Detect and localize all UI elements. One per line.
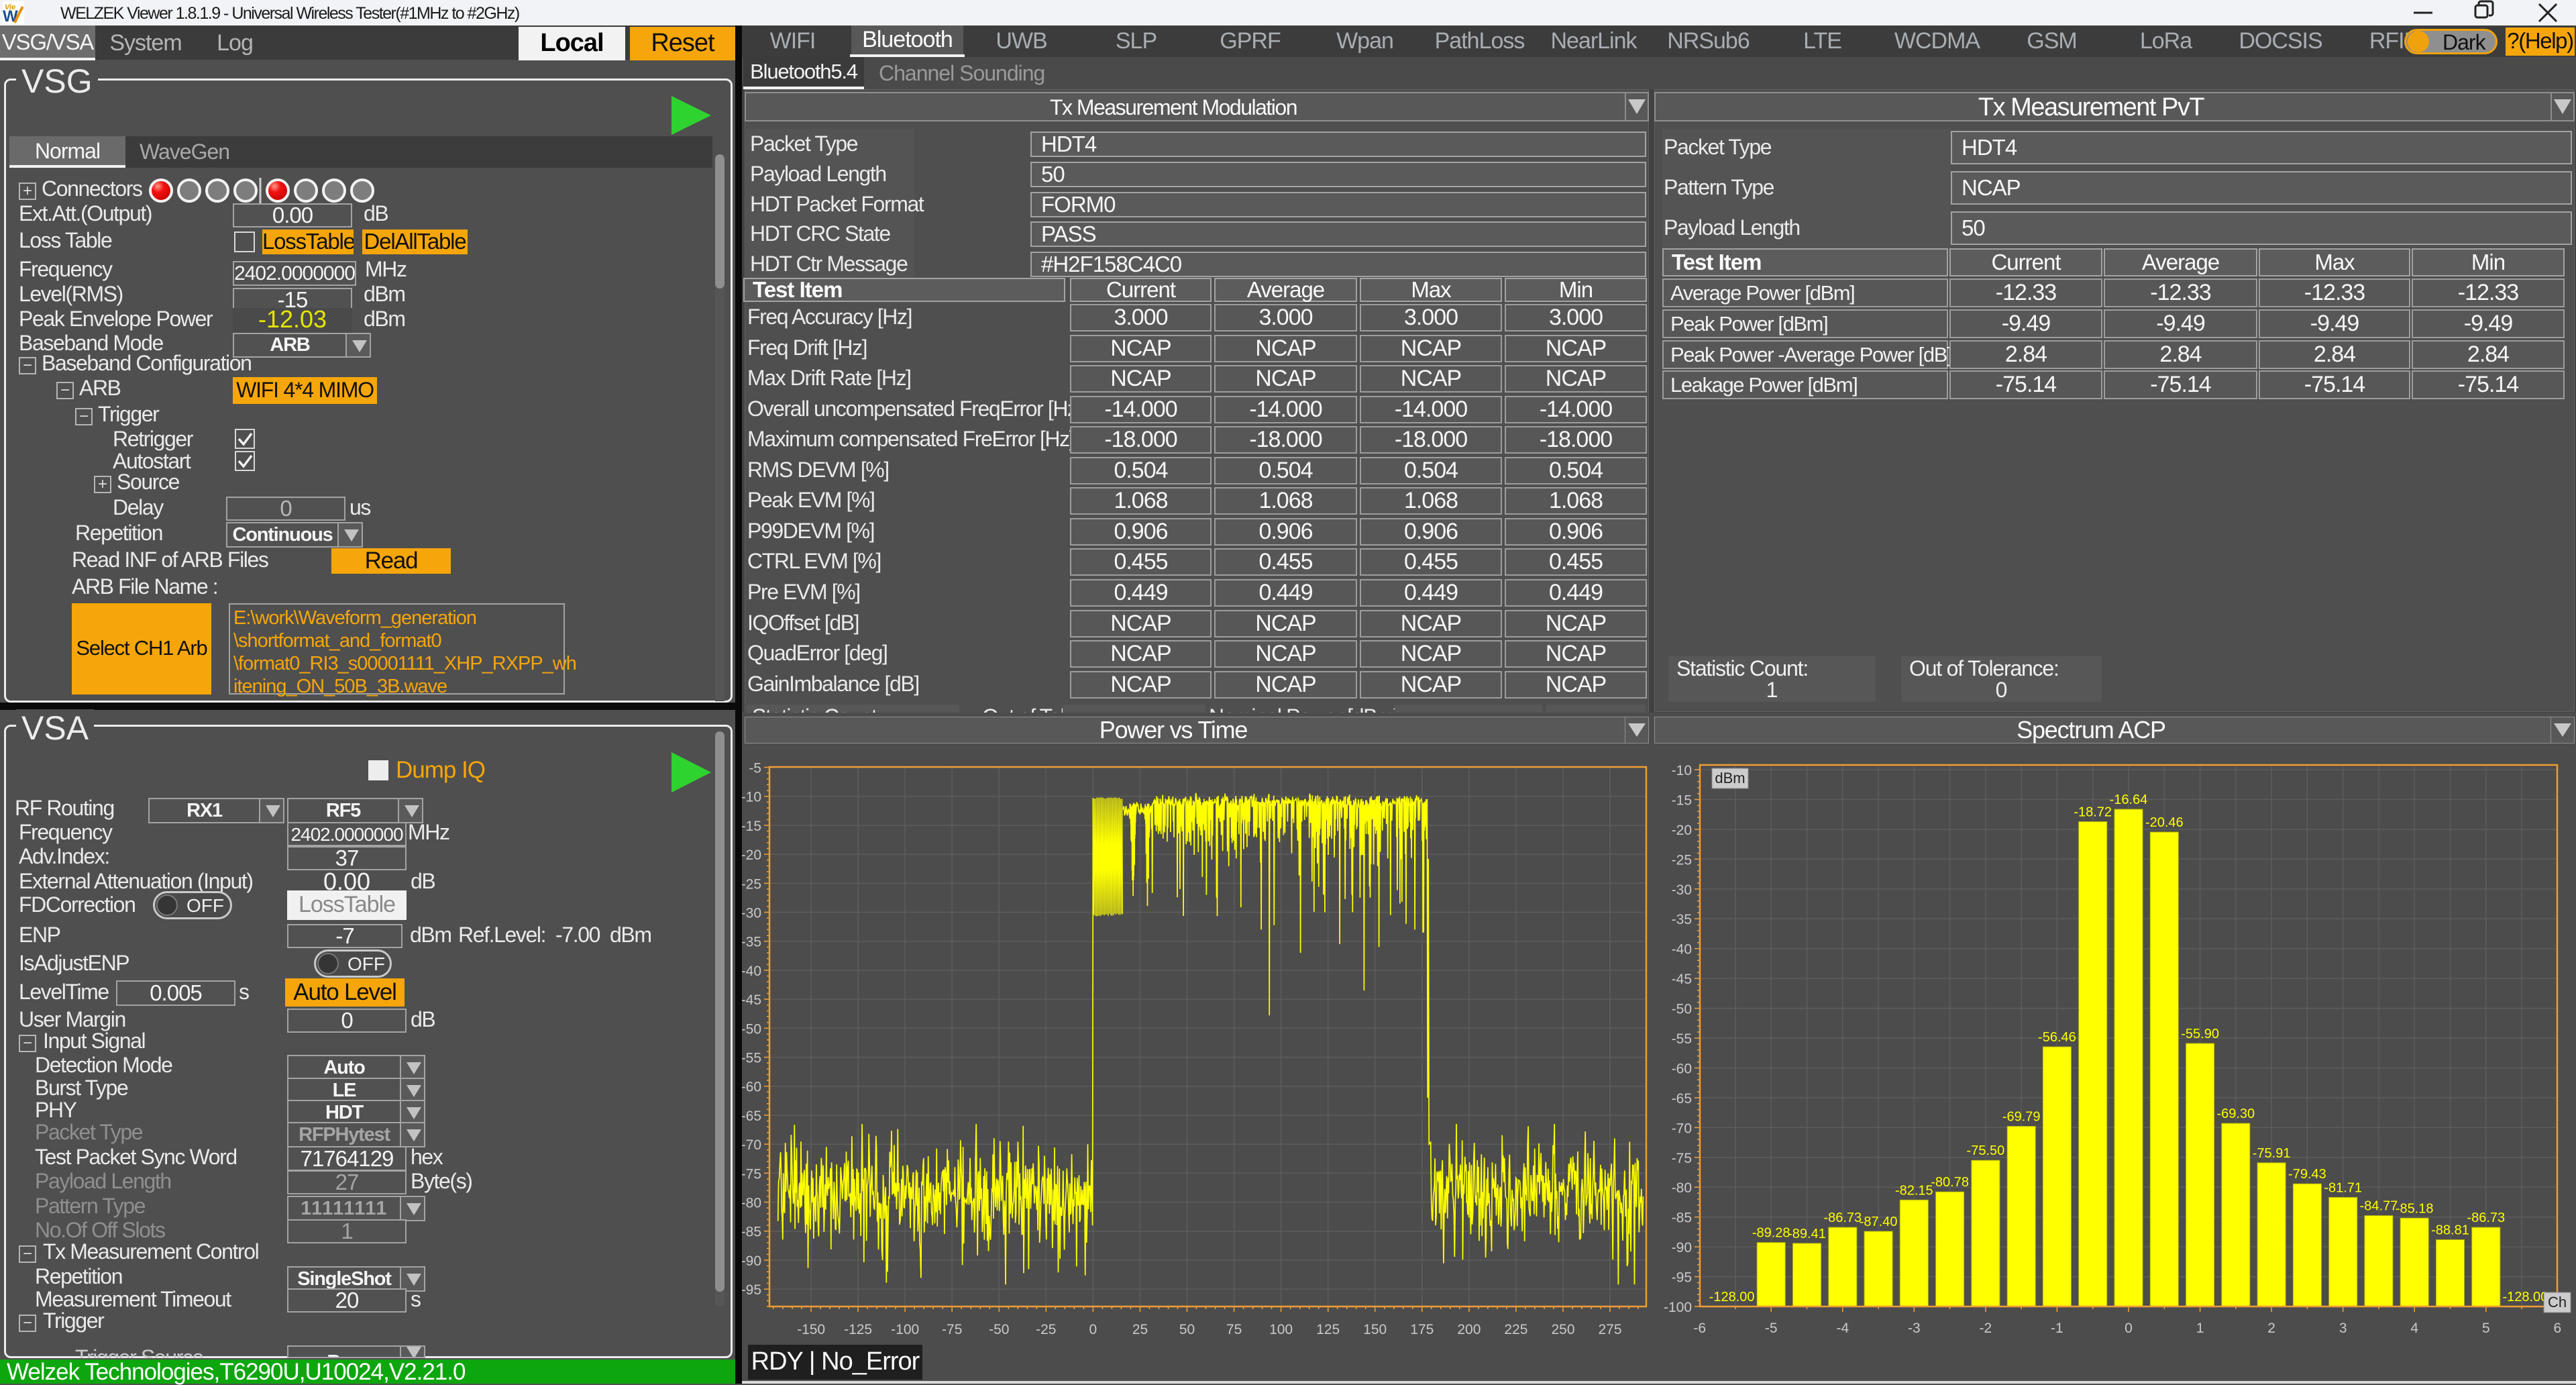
svg-text:-81.71: -81.71 <box>2324 1180 2362 1195</box>
svg-text:-5: -5 <box>749 761 761 776</box>
svg-text:3: 3 <box>2339 1321 2347 1336</box>
svg-text:-60: -60 <box>742 1080 761 1095</box>
svg-text:-82.15: -82.15 <box>1895 1183 1933 1198</box>
svg-text:-18.72: -18.72 <box>2074 805 2112 820</box>
svg-text:-30: -30 <box>742 906 761 921</box>
svg-text:-6: -6 <box>1693 1321 1706 1336</box>
svg-text:Ch: Ch <box>2548 1294 2567 1311</box>
svg-text:-45: -45 <box>1672 972 1692 987</box>
svg-text:-95: -95 <box>1672 1270 1692 1286</box>
svg-text:-89.41: -89.41 <box>1788 1227 1826 1241</box>
svg-text:-75.50: -75.50 <box>1967 1143 2005 1158</box>
svg-text:-50: -50 <box>742 1021 761 1037</box>
svg-text:-40: -40 <box>742 964 761 979</box>
svg-text:-15: -15 <box>742 819 761 834</box>
svg-text:6: 6 <box>2553 1321 2561 1336</box>
svg-text:-65: -65 <box>1672 1091 1692 1107</box>
svg-text:25: 25 <box>1132 1322 1148 1337</box>
svg-text:-16.64: -16.64 <box>2110 792 2148 807</box>
svg-text:-90: -90 <box>1672 1240 1692 1255</box>
svg-text:-3: -3 <box>1908 1321 1921 1336</box>
svg-text:-150: -150 <box>797 1322 825 1337</box>
svg-text:-25: -25 <box>1036 1322 1056 1337</box>
svg-text:-125: -125 <box>844 1322 872 1337</box>
svg-text:-40: -40 <box>1672 942 1692 958</box>
svg-text:-20: -20 <box>742 848 761 863</box>
svg-text:-70: -70 <box>1672 1121 1692 1136</box>
svg-text:175: 175 <box>1410 1322 1434 1337</box>
svg-text:-69.30: -69.30 <box>2216 1107 2255 1121</box>
svg-text:-86.73: -86.73 <box>2467 1211 2505 1225</box>
svg-text:75: 75 <box>1226 1322 1242 1337</box>
svg-text:-90: -90 <box>742 1253 761 1269</box>
svg-text:-69.79: -69.79 <box>2002 1110 2041 1125</box>
svg-text:275: 275 <box>1598 1322 1621 1337</box>
svg-text:-128.00: -128.00 <box>2502 1290 2548 1304</box>
svg-text:-55: -55 <box>742 1051 761 1066</box>
svg-text:-56.46: -56.46 <box>2038 1030 2076 1045</box>
svg-text:dBm: dBm <box>1715 770 1745 786</box>
svg-text:1: 1 <box>2196 1321 2204 1336</box>
svg-text:-35: -35 <box>742 935 761 950</box>
svg-text:-25: -25 <box>1672 852 1692 868</box>
svg-text:-5: -5 <box>1765 1321 1778 1336</box>
svg-text:-10: -10 <box>1672 763 1692 778</box>
svg-text:150: 150 <box>1363 1322 1387 1337</box>
svg-text:-86.73: -86.73 <box>1823 1211 1862 1225</box>
svg-text:-1: -1 <box>2051 1321 2063 1336</box>
svg-text:-88.81: -88.81 <box>2431 1223 2469 1238</box>
svg-text:0: 0 <box>2125 1321 2133 1336</box>
svg-text:-100: -100 <box>891 1322 919 1337</box>
svg-text:-75: -75 <box>742 1166 761 1182</box>
svg-text:-50: -50 <box>1672 1002 1692 1017</box>
svg-text:-45: -45 <box>742 992 761 1008</box>
svg-text:100: 100 <box>1269 1322 1293 1337</box>
svg-text:-20: -20 <box>1672 823 1692 838</box>
svg-text:-4: -4 <box>1836 1321 1849 1336</box>
svg-text:-128.00: -128.00 <box>1709 1290 1755 1304</box>
svg-text:-75.91: -75.91 <box>2253 1146 2291 1161</box>
svg-text:-70: -70 <box>742 1137 761 1153</box>
svg-text:-20.46: -20.46 <box>2145 815 2184 830</box>
svg-text:-30: -30 <box>1672 882 1692 898</box>
svg-text:-50: -50 <box>989 1322 1009 1337</box>
svg-text:-79.43: -79.43 <box>2288 1167 2326 1182</box>
svg-text:-35: -35 <box>1672 912 1692 927</box>
svg-text:200: 200 <box>1457 1322 1481 1337</box>
svg-text:225: 225 <box>1504 1322 1527 1337</box>
svg-text:-84.77: -84.77 <box>2360 1199 2398 1214</box>
svg-text:-80: -80 <box>742 1196 761 1211</box>
svg-text:5: 5 <box>2482 1321 2490 1336</box>
svg-text:-15: -15 <box>1672 792 1692 808</box>
svg-text:-55.90: -55.90 <box>2181 1027 2219 1041</box>
svg-text:-95: -95 <box>742 1282 761 1298</box>
svg-text:-89.28: -89.28 <box>1752 1226 1790 1241</box>
svg-text:-10: -10 <box>742 790 761 805</box>
svg-text:50: 50 <box>1179 1322 1195 1337</box>
svg-text:-25: -25 <box>742 876 761 892</box>
svg-text:125: 125 <box>1316 1322 1340 1337</box>
svg-text:-2: -2 <box>1980 1321 1992 1336</box>
svg-text:-85: -85 <box>1672 1211 1692 1226</box>
svg-text:-80: -80 <box>1672 1180 1692 1196</box>
svg-text:-65: -65 <box>742 1109 761 1124</box>
svg-text:250: 250 <box>1551 1322 1574 1337</box>
svg-text:-87.40: -87.40 <box>1860 1215 1898 1229</box>
svg-text:-55: -55 <box>1672 1031 1692 1047</box>
svg-text:2: 2 <box>2267 1321 2275 1336</box>
svg-text:-85.18: -85.18 <box>2396 1201 2434 1216</box>
svg-text:0: 0 <box>1089 1322 1097 1337</box>
svg-text:-60: -60 <box>1672 1062 1692 1077</box>
svg-text:-100: -100 <box>1664 1300 1692 1315</box>
svg-text:-80.78: -80.78 <box>1931 1175 1969 1190</box>
svg-text:-85: -85 <box>742 1225 761 1240</box>
svg-text:-75: -75 <box>1672 1151 1692 1166</box>
svg-text:-75: -75 <box>942 1322 962 1337</box>
svg-text:4: 4 <box>2410 1321 2418 1336</box>
